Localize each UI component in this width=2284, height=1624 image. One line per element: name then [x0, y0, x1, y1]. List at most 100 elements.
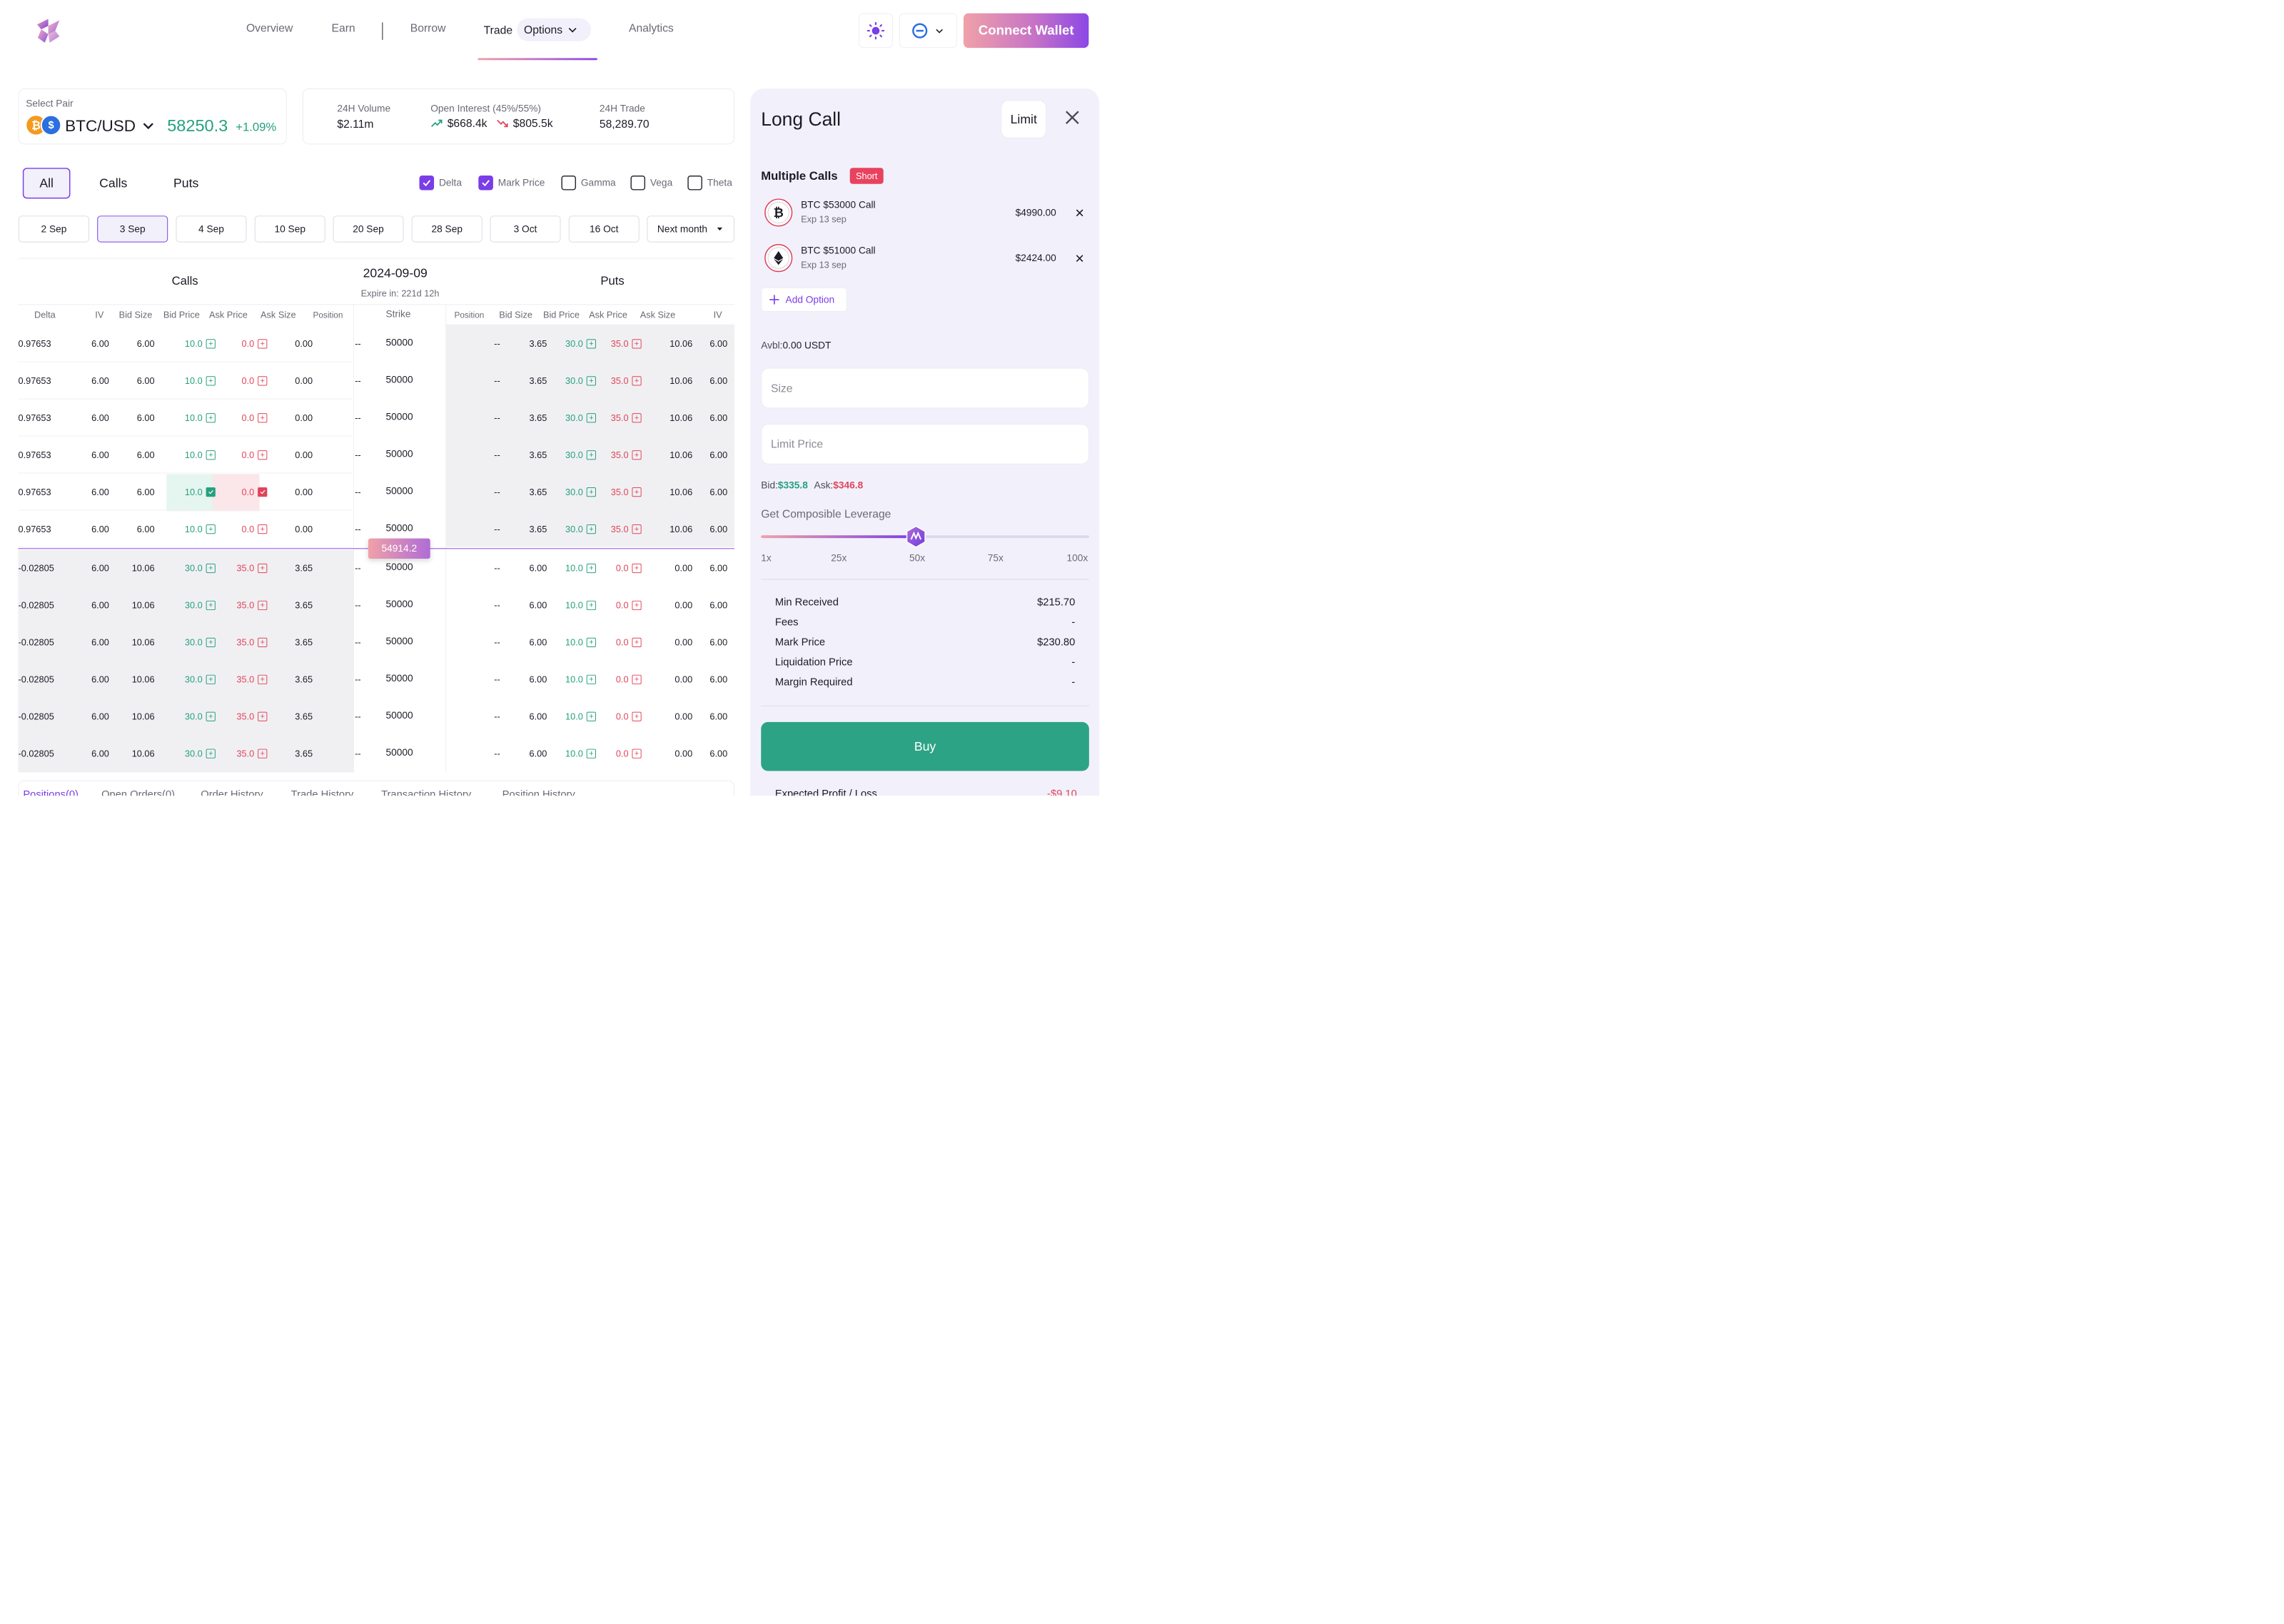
cell-ask[interactable]: 35.0 + — [213, 735, 268, 772]
nav-earn[interactable]: Earn — [332, 21, 355, 34]
add-order-icon[interactable]: + — [632, 339, 642, 349]
add-order-icon[interactable]: + — [632, 600, 642, 610]
toggle-delta[interactable]: Delta — [419, 175, 462, 191]
cell-p-bid[interactable]: 30.0 + — [546, 362, 596, 400]
cell-bid[interactable]: 10.0 — [166, 473, 216, 510]
table-row[interactable]: -0.02805 6.00 10.06 30.0 +35.0 +3.65 -- 50000 --… — [18, 587, 734, 624]
cell-p-ask[interactable]: 35.0 + — [592, 400, 642, 437]
cell-ask[interactable]: 35.0 + — [213, 587, 268, 624]
add-order-icon[interactable]: + — [632, 450, 642, 460]
nav-borrow[interactable]: Borrow — [410, 21, 446, 34]
date-chip[interactable]: 4 Sep — [176, 215, 247, 243]
cell-ask[interactable]: 35.0 + — [213, 549, 268, 587]
cell-p-bid[interactable]: 10.0 + — [546, 587, 596, 624]
cell-ask[interactable]: 0.0 — [213, 473, 268, 510]
cell-ask[interactable]: 0.0 + — [213, 325, 268, 362]
tab-transaction-history[interactable]: Transaction History — [381, 788, 471, 796]
tab-positions[interactable]: Positions(0) — [23, 788, 79, 796]
cell-bid[interactable]: 30.0 + — [166, 698, 216, 735]
table-row[interactable]: -0.02805 6.00 10.06 30.0 +35.0 +3.65 -- 50000 --… — [18, 698, 734, 735]
add-order-icon[interactable]: + — [632, 563, 642, 573]
cell-ask[interactable]: 35.0 + — [213, 698, 268, 735]
date-chip[interactable]: 28 Sep — [411, 215, 482, 243]
cell-p-ask[interactable]: 35.0 + — [592, 473, 642, 510]
toggle-vega[interactable]: Vega — [630, 175, 672, 191]
cell-p-ask[interactable]: 0.0 + — [592, 624, 642, 661]
tab-all[interactable]: All — [22, 168, 71, 199]
cell-ask[interactable]: 35.0 + — [213, 661, 268, 698]
theme-toggle[interactable] — [858, 13, 893, 49]
date-chip[interactable]: 16 Oct — [568, 215, 640, 243]
limit-price-input[interactable]: Limit Price — [761, 423, 1089, 465]
cell-bid[interactable]: 30.0 + — [166, 549, 216, 587]
remove-option-icon[interactable] — [1074, 253, 1085, 264]
add-order-icon[interactable]: + — [632, 412, 642, 423]
remove-option-icon[interactable] — [1074, 208, 1085, 218]
toggle-mark-price[interactable]: Mark Price — [478, 175, 545, 191]
add-order-icon[interactable]: + — [632, 487, 642, 497]
add-option-button[interactable]: Add Option — [761, 287, 847, 313]
buy-button[interactable]: Buy — [761, 721, 1089, 771]
cell-bid[interactable]: 30.0 + — [166, 661, 216, 698]
cell-p-ask[interactable]: 0.0 + — [592, 698, 642, 735]
nav-trade[interactable]: Trade — [484, 24, 512, 36]
cell-p-ask[interactable]: 35.0 + — [592, 325, 642, 362]
cell-p-bid[interactable]: 10.0 + — [546, 624, 596, 661]
cell-bid[interactable]: 30.0 + — [166, 735, 216, 772]
table-row[interactable]: 0.97653 6.00 6.00 10.0 +0.0 +0.00 -- 50000 -- 3.6… — [18, 437, 734, 474]
table-row[interactable]: 0.97653 6.00 6.00 10.0 +0.0 +0.00 -- 50000 -- 3.6… — [18, 325, 734, 362]
cell-p-ask[interactable]: 35.0 + — [592, 510, 642, 547]
tab-open-orders[interactable]: Open Orders(0) — [101, 788, 175, 796]
network-select[interactable] — [899, 13, 958, 49]
trade-type-select[interactable]: Options — [517, 18, 592, 41]
toggle-theta[interactable]: Theta — [687, 175, 732, 191]
date-chip[interactable]: 3 Oct — [490, 215, 561, 243]
cell-p-bid[interactable]: 30.0 + — [546, 325, 596, 362]
tab-order-history[interactable]: Order History — [201, 788, 263, 796]
cell-bid[interactable]: 10.0 + — [166, 510, 216, 547]
cell-ask[interactable]: 0.0 + — [213, 400, 268, 437]
table-row[interactable]: -0.02805 6.00 10.06 30.0 +35.0 +3.65 -- 50000 --… — [18, 661, 734, 698]
date-chip[interactable]: 2 Sep — [18, 215, 89, 243]
date-chip-selected[interactable]: 3 Sep — [97, 215, 168, 243]
cell-bid[interactable]: 30.0 + — [166, 587, 216, 624]
pair-select[interactable]: BTC/USD — [65, 116, 156, 136]
add-order-icon[interactable]: + — [632, 674, 642, 684]
cell-p-bid[interactable]: 30.0 + — [546, 437, 596, 474]
cell-p-ask[interactable]: 0.0 + — [592, 735, 642, 772]
nav-analytics[interactable]: Analytics — [629, 21, 674, 34]
cell-bid[interactable]: 30.0 + — [166, 624, 216, 661]
cell-bid[interactable]: 10.0 + — [166, 325, 216, 362]
slider-thumb[interactable] — [905, 525, 927, 548]
toggle-gamma[interactable]: Gamma — [561, 175, 616, 191]
cell-ask[interactable]: 0.0 + — [213, 510, 268, 547]
cell-p-bid[interactable]: 10.0 + — [546, 549, 596, 587]
cell-p-bid[interactable]: 30.0 + — [546, 473, 596, 510]
cell-p-bid[interactable]: 10.0 + — [546, 661, 596, 698]
tab-puts[interactable]: Puts — [162, 168, 210, 198]
order-mode-button[interactable]: Limit — [1001, 100, 1047, 139]
cell-p-ask[interactable]: 0.0 + — [592, 661, 642, 698]
leverage-slider[interactable] — [761, 524, 1089, 549]
cell-p-bid[interactable]: 10.0 + — [546, 698, 596, 735]
nav-overview[interactable]: Overview — [246, 21, 293, 34]
cell-bid[interactable]: 10.0 + — [166, 437, 216, 474]
cell-p-ask[interactable]: 35.0 + — [592, 437, 642, 474]
close-button[interactable] — [1063, 108, 1081, 126]
table-row[interactable]: -0.02805 6.00 10.06 30.0 +35.0 +3.65 -- 50000 --… — [18, 624, 734, 661]
cell-p-bid[interactable]: 10.0 + — [546, 735, 596, 772]
more-dates-select[interactable]: Next month — [647, 215, 734, 243]
cell-bid[interactable]: 10.0 + — [166, 362, 216, 400]
add-order-icon[interactable]: + — [632, 375, 642, 386]
add-order-icon[interactable]: + — [632, 637, 642, 647]
table-row[interactable]: 0.97653 6.00 6.00 10.0 0.0 0.00 -- 50000 -- 3.65 3… — [18, 473, 734, 510]
connect-wallet-button[interactable]: Connect Wallet — [963, 13, 1089, 49]
add-order-icon[interactable]: + — [632, 711, 642, 721]
tab-position-history[interactable]: Position History — [502, 788, 575, 796]
cell-bid[interactable]: 10.0 + — [166, 400, 216, 437]
tab-trade-history[interactable]: Trade History — [291, 788, 354, 796]
table-row[interactable]: -0.02805 6.00 10.06 30.0 +35.0 +3.65 -- 50000 --… — [18, 735, 734, 772]
cell-ask[interactable]: 0.0 + — [213, 437, 268, 474]
date-chip[interactable]: 10 Sep — [254, 215, 325, 243]
table-row[interactable]: 0.97653 6.00 6.00 10.0 +0.0 +0.00 -- 50000 -- 3.6… — [18, 362, 734, 400]
